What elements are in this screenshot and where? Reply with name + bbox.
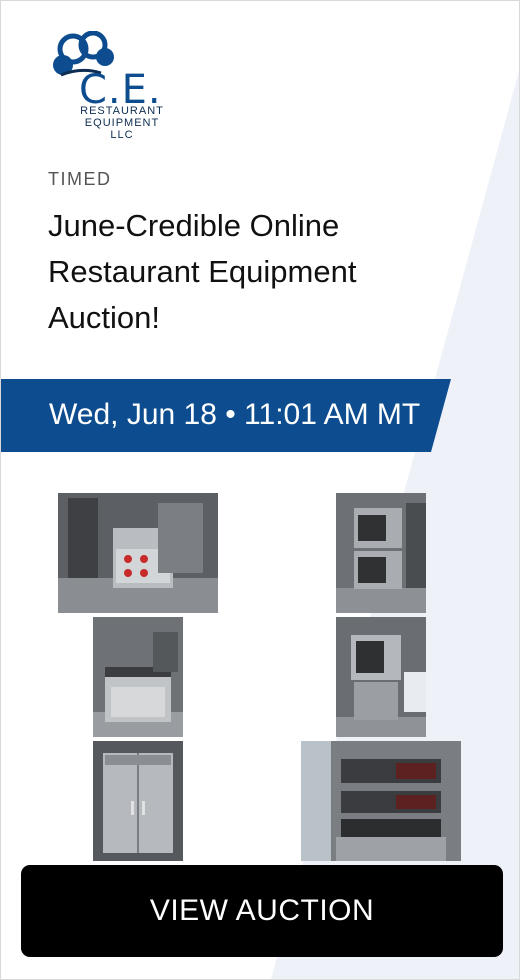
auction-date-band: Wed, Jun 18 • 11:01 AM MT bbox=[1, 379, 451, 452]
gallery-image-6[interactable] bbox=[301, 741, 461, 861]
gallery-image-4[interactable] bbox=[336, 617, 426, 737]
gallery-image-5[interactable] bbox=[93, 741, 183, 861]
auction-date-time: Wed, Jun 18 • 11:01 AM MT bbox=[49, 398, 421, 431]
auction-title: June-Credible Online Restaurant Equipmen… bbox=[48, 208, 357, 335]
company-logo: C.E. RESTAURANT EQUIPMENT LLC bbox=[47, 31, 167, 143]
view-auction-button[interactable]: VIEW AUCTION bbox=[21, 865, 503, 957]
gallery-image-3[interactable] bbox=[93, 617, 183, 737]
gallery-image-2[interactable] bbox=[336, 493, 426, 613]
gallery-image-1[interactable] bbox=[58, 493, 218, 613]
logo-subtitle: RESTAURANT EQUIPMENT LLC bbox=[80, 105, 164, 141]
auction-type-label: TIMED bbox=[48, 169, 112, 189]
auction-card: C.E. RESTAURANT EQUIPMENT LLC TIMED June… bbox=[0, 0, 520, 980]
